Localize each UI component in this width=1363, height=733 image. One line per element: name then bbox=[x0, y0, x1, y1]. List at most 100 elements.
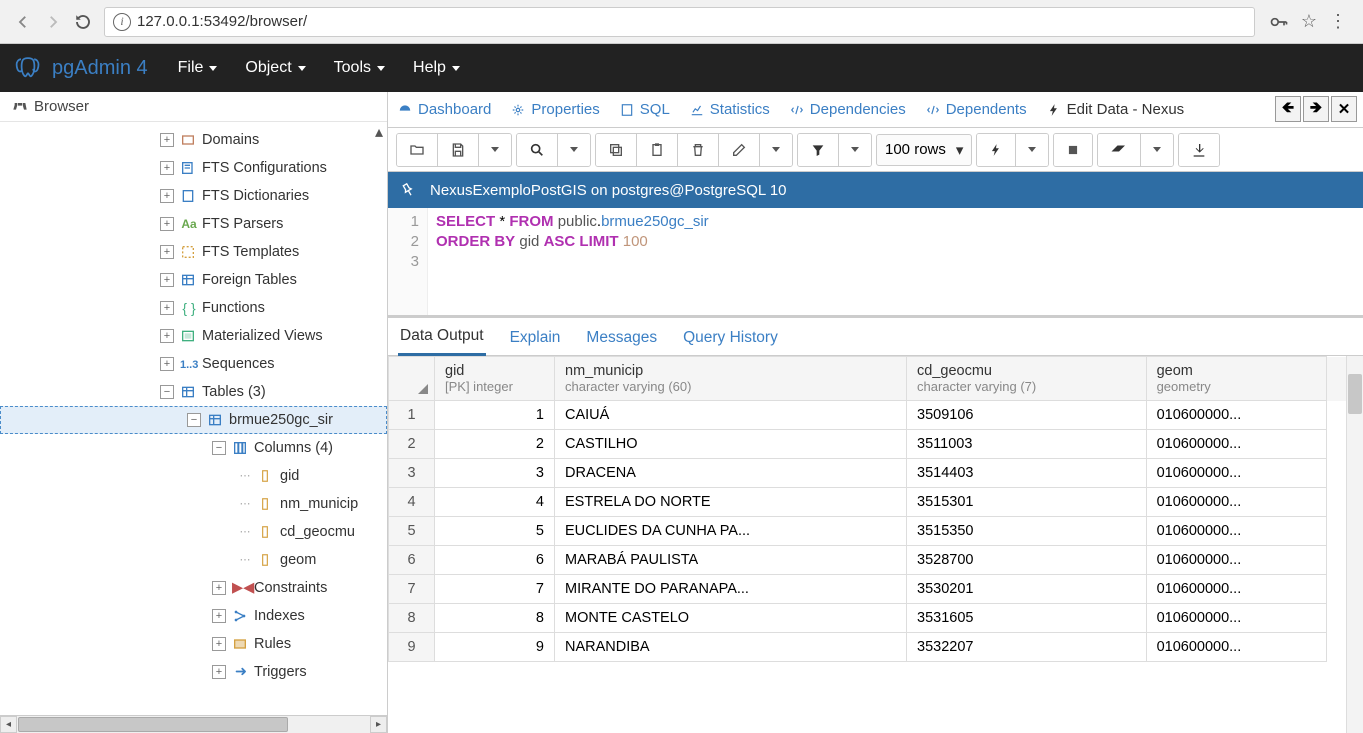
row-number[interactable]: 6 bbox=[389, 546, 435, 575]
app-logo[interactable]: pgAdmin 4 bbox=[14, 54, 148, 82]
tree-item[interactable]: ⋯nm_municip bbox=[0, 490, 387, 518]
hscroll-left[interactable]: ◂ bbox=[0, 716, 17, 733]
save-button[interactable] bbox=[438, 134, 479, 166]
expand-icon[interactable]: + bbox=[160, 245, 174, 259]
row-number[interactable]: 7 bbox=[389, 575, 435, 604]
expand-icon[interactable]: + bbox=[160, 133, 174, 147]
tab-dependents[interactable]: Dependents bbox=[926, 101, 1027, 118]
cell-cd-geocmu[interactable]: 3511003 bbox=[907, 430, 1147, 459]
table-row[interactable]: 1 1 CAIUÁ 3509106 010600000... bbox=[389, 401, 1363, 430]
tree-item[interactable]: ⋯geom bbox=[0, 546, 387, 574]
grid-corner[interactable] bbox=[389, 357, 435, 401]
cell-geom[interactable]: 010600000... bbox=[1146, 575, 1327, 604]
col-header-cd-geocmu[interactable]: cd_geocmucharacter varying (7) bbox=[907, 357, 1147, 401]
key-icon[interactable] bbox=[1269, 12, 1289, 32]
expand-icon[interactable]: + bbox=[212, 665, 226, 679]
filter-button[interactable] bbox=[798, 134, 839, 166]
execute-button[interactable] bbox=[977, 134, 1016, 166]
tree-item[interactable]: +AaFTS Parsers bbox=[0, 210, 387, 238]
tree-item[interactable]: ⋯gid bbox=[0, 462, 387, 490]
tree-item[interactable]: −Columns (4) bbox=[0, 434, 387, 462]
tree-item[interactable]: +➜Triggers bbox=[0, 658, 387, 686]
copy-button[interactable] bbox=[596, 134, 637, 166]
table-row[interactable]: 3 3 DRACENA 3514403 010600000... bbox=[389, 459, 1363, 488]
expand-icon[interactable]: + bbox=[160, 217, 174, 231]
data-grid[interactable]: gid[PK] integer nm_municipcharacter vary… bbox=[388, 356, 1363, 662]
row-number[interactable]: 3 bbox=[389, 459, 435, 488]
collapse-icon[interactable]: − bbox=[187, 413, 201, 427]
cell-cd-geocmu[interactable]: 3532207 bbox=[907, 633, 1147, 662]
tree-item[interactable]: +1..3Sequences bbox=[0, 350, 387, 378]
browser-back-button[interactable] bbox=[8, 7, 38, 37]
tree-item[interactable]: +Domains bbox=[0, 126, 387, 154]
table-row[interactable]: 4 4 ESTRELA DO NORTE 3515301 010600000..… bbox=[389, 488, 1363, 517]
cell-geom[interactable]: 010600000... bbox=[1146, 633, 1327, 662]
rows-limit-select[interactable]: 100 rows▾ bbox=[876, 134, 972, 166]
cell-cd-geocmu[interactable]: 3530201 bbox=[907, 575, 1147, 604]
cell-geom[interactable]: 010600000... bbox=[1146, 459, 1327, 488]
table-row[interactable]: 8 8 MONTE CASTELO 3531605 010600000... bbox=[389, 604, 1363, 633]
stop-button[interactable] bbox=[1054, 134, 1092, 166]
cell-nm-municip[interactable]: CASTILHO bbox=[555, 430, 907, 459]
find-dropdown[interactable] bbox=[558, 134, 590, 166]
tab-dependencies[interactable]: Dependencies bbox=[790, 101, 906, 118]
col-header-nm-municip[interactable]: nm_municipcharacter varying (60) bbox=[555, 357, 907, 401]
tree-item[interactable]: +Foreign Tables bbox=[0, 266, 387, 294]
tab-sql[interactable]: SQL bbox=[620, 101, 670, 118]
execute-dropdown[interactable] bbox=[1016, 134, 1048, 166]
tab-nav-prev[interactable]: 🡸 bbox=[1275, 96, 1301, 122]
row-number[interactable]: 8 bbox=[389, 604, 435, 633]
chrome-menu-icon[interactable]: ⋮ bbox=[1329, 11, 1347, 32]
browser-address-bar[interactable]: i 127.0.0.1:53492/browser/ bbox=[104, 7, 1255, 37]
cell-nm-municip[interactable]: DRACENA bbox=[555, 459, 907, 488]
row-number[interactable]: 5 bbox=[389, 517, 435, 546]
tree-item[interactable]: +FTS Configurations bbox=[0, 154, 387, 182]
tree-item[interactable]: ⋯cd_geocmu bbox=[0, 518, 387, 546]
cell-gid[interactable]: 2 bbox=[435, 430, 555, 459]
pin-icon[interactable] bbox=[397, 179, 419, 201]
object-tree[interactable]: ▴ +Domains+FTS Configurations+FTS Dictio… bbox=[0, 122, 387, 715]
open-file-button[interactable] bbox=[397, 134, 438, 166]
hscroll-right[interactable]: ▸ bbox=[370, 716, 387, 733]
tree-item[interactable]: +Materialized Views bbox=[0, 322, 387, 350]
cell-gid[interactable]: 1 bbox=[435, 401, 555, 430]
cell-cd-geocmu[interactable]: 3531605 bbox=[907, 604, 1147, 633]
clear-button[interactable] bbox=[1098, 134, 1141, 166]
find-button[interactable] bbox=[517, 134, 558, 166]
tree-item[interactable]: +{ }Functions bbox=[0, 294, 387, 322]
expand-icon[interactable]: + bbox=[160, 301, 174, 315]
collapse-icon[interactable]: − bbox=[212, 441, 226, 455]
cell-cd-geocmu[interactable]: 3515350 bbox=[907, 517, 1147, 546]
cell-geom[interactable]: 010600000... bbox=[1146, 517, 1327, 546]
expand-icon[interactable]: + bbox=[160, 273, 174, 287]
tree-item[interactable]: +FTS Templates bbox=[0, 238, 387, 266]
cell-nm-municip[interactable]: MARABÁ PAULISTA bbox=[555, 546, 907, 575]
result-tab-query-history[interactable]: Query History bbox=[681, 321, 780, 355]
row-number[interactable]: 9 bbox=[389, 633, 435, 662]
expand-icon[interactable]: + bbox=[160, 357, 174, 371]
expand-icon[interactable]: + bbox=[212, 637, 226, 651]
tab-dashboard[interactable]: Dashboard bbox=[398, 101, 491, 118]
cell-geom[interactable]: 010600000... bbox=[1146, 488, 1327, 517]
edit-dropdown[interactable] bbox=[760, 134, 792, 166]
editor-code[interactable]: SELECT * FROM public.brmue250gc_sir ORDE… bbox=[428, 208, 717, 315]
tab-nav-next[interactable]: 🡺 bbox=[1303, 96, 1329, 122]
browser-forward-button[interactable] bbox=[38, 7, 68, 37]
cell-gid[interactable]: 7 bbox=[435, 575, 555, 604]
edit-button[interactable] bbox=[719, 134, 760, 166]
delete-button[interactable] bbox=[678, 134, 719, 166]
tab-properties[interactable]: Properties bbox=[511, 101, 599, 118]
menu-file[interactable]: File bbox=[178, 59, 218, 77]
clear-dropdown[interactable] bbox=[1141, 134, 1173, 166]
expand-icon[interactable]: + bbox=[212, 609, 226, 623]
expand-icon[interactable]: + bbox=[160, 329, 174, 343]
table-row[interactable]: 7 7 MIRANTE DO PARANAPA... 3530201 01060… bbox=[389, 575, 1363, 604]
grid-vscroll[interactable] bbox=[1346, 356, 1363, 733]
expand-icon[interactable]: + bbox=[160, 161, 174, 175]
site-info-icon[interactable]: i bbox=[113, 13, 131, 31]
tree-item[interactable]: +Indexes bbox=[0, 602, 387, 630]
cell-gid[interactable]: 8 bbox=[435, 604, 555, 633]
tab-close[interactable]: ✕ bbox=[1331, 96, 1357, 122]
row-number[interactable]: 4 bbox=[389, 488, 435, 517]
result-tab-explain[interactable]: Explain bbox=[508, 321, 563, 355]
